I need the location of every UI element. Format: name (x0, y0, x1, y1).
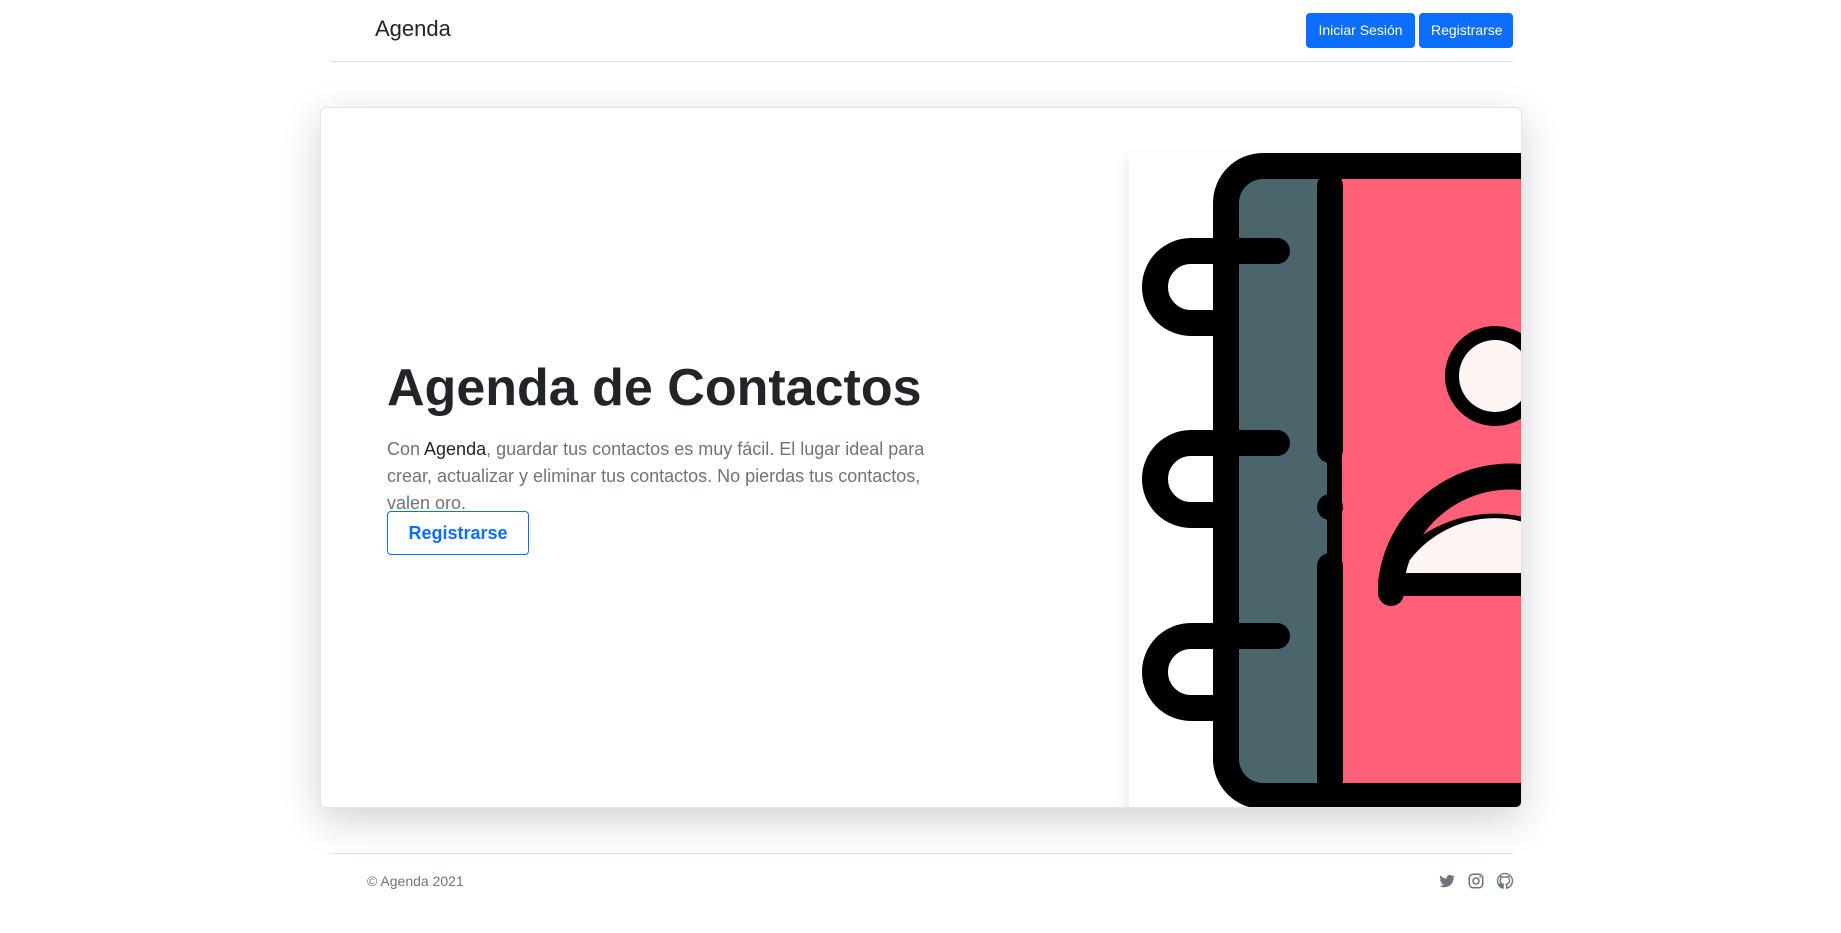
hero-card: Agenda de Contactos Con Agenda, guardar … (320, 107, 1522, 808)
twitter-icon[interactable] (1438, 872, 1456, 890)
footer: © Agenda 2021 (331, 853, 1514, 903)
hero-text-prefix: Con (387, 439, 425, 459)
login-button[interactable]: Iniciar Sesión (1306, 13, 1415, 48)
instagram-icon[interactable] (1467, 872, 1485, 890)
github-icon[interactable] (1496, 872, 1514, 890)
register-button[interactable]: Registrarse (1419, 13, 1513, 48)
header: Agenda Iniciar Sesión Registrarse (331, 0, 1513, 62)
hero-text-highlight: Agenda (424, 439, 487, 459)
hero-description: Con Agenda, guardar tus contactos es muy… (387, 436, 967, 517)
address-book-illustration (1129, 153, 1521, 807)
copyright-text: © Agenda 2021 (367, 873, 464, 889)
brand-link[interactable]: Agenda (375, 16, 451, 42)
hero-register-button[interactable]: Registrarse (387, 511, 529, 555)
hero-title: Agenda de Contactos (387, 359, 922, 417)
book-divider-fill (1327, 173, 1342, 793)
address-book-icon (1142, 153, 1521, 807)
